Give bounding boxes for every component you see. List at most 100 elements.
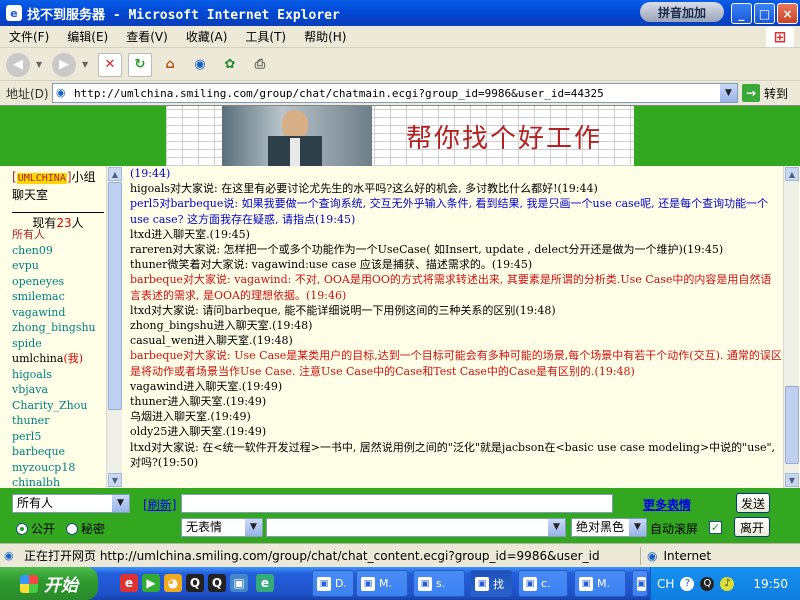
quicklaunch-media-icon[interactable]: ▶ xyxy=(142,574,160,592)
quicklaunch-ie-icon[interactable]: e xyxy=(256,574,274,592)
chat-message: thuner进入聊天室.(19:49) xyxy=(130,395,267,409)
search-globe-icon[interactable]: ◉ xyxy=(188,53,212,77)
menu-tools[interactable]: 工具(T) xyxy=(236,28,295,45)
chat-scrollbar[interactable]: ▲ ▼ xyxy=(783,166,799,488)
back-dropdown-icon[interactable]: ▼ xyxy=(36,60,44,69)
user-list-item[interactable]: perl5 xyxy=(12,429,106,445)
user-list-item[interactable]: smilemac xyxy=(12,289,106,305)
user-list-item[interactable]: higoals xyxy=(12,367,106,383)
message-input[interactable] xyxy=(181,494,613,513)
chat-message: 乌烟进入聊天室.(19:49) xyxy=(130,410,251,424)
more-emotes-link[interactable]: 更多表情 xyxy=(643,496,691,513)
go-button[interactable]: → 转到 xyxy=(742,83,798,103)
user-list-item[interactable]: zhong_bingshu xyxy=(12,320,106,336)
taskbar-button[interactable]: ▣ c. xyxy=(518,570,568,597)
color-select[interactable]: 绝对黑色 ▼ xyxy=(571,518,647,537)
menu-favorites[interactable]: 收藏(A) xyxy=(177,28,237,45)
page-icon: ◉ xyxy=(56,86,66,99)
emote-select[interactable]: 无表情 ▼ xyxy=(181,518,263,537)
start-button[interactable]: 开始 xyxy=(0,567,98,600)
ime-badge[interactable]: 拼音加加 xyxy=(640,2,724,22)
scroll-down-icon[interactable]: ▼ xyxy=(785,473,799,487)
taskbar-button[interactable]: ▣ D. xyxy=(312,570,354,597)
send-button[interactable]: 发送 xyxy=(736,493,770,513)
user-list-item[interactable]: openeyes xyxy=(12,274,106,290)
quicklaunch-browser-icon[interactable]: e xyxy=(120,574,138,592)
user-list-scrollbar[interactable]: ▲ ▼ xyxy=(106,166,122,488)
public-radio-icon[interactable] xyxy=(16,522,28,535)
user-list-item[interactable]: chen09 xyxy=(12,243,106,259)
user-list-item[interactable]: myzoucp18 xyxy=(12,460,106,476)
ime-indicator[interactable]: CH xyxy=(657,577,674,591)
user-list-item[interactable]: 所有人 xyxy=(12,227,106,243)
chat-message: ltxd对大家说: 在<统一软件开发过程>一书中, 居然说用例之间的"泛化"就是… xyxy=(130,440,779,469)
help-icon[interactable]: ? xyxy=(680,576,695,591)
address-field[interactable]: ◉ http://umlchina.smiling.com/group/chat… xyxy=(52,83,738,103)
forward-icon[interactable]: ▶ xyxy=(52,52,76,77)
taskbar-button[interactable]: ▣ s. xyxy=(413,570,465,597)
banner-slogan: 帮你找个好工作 xyxy=(406,124,603,154)
taskbar-button[interactable]: ▣G. xyxy=(632,570,648,597)
autoscroll-checkbox[interactable]: ✓ xyxy=(709,521,722,534)
quicklaunch-desktop-icon[interactable]: ▣ xyxy=(230,574,248,592)
room-name-line2: 聊天室 xyxy=(12,188,49,202)
user-list-item[interactable]: umlchina(我) xyxy=(12,351,106,367)
address-dropdown-icon[interactable]: ▼ xyxy=(720,84,737,102)
maximize-button[interactable]: □ xyxy=(754,3,775,24)
back-icon[interactable]: ◀ xyxy=(6,52,30,77)
user-list-item[interactable]: Charity_Zhou xyxy=(12,398,106,414)
quicklaunch-chat-icon[interactable]: ◕ xyxy=(164,574,182,592)
scroll-up-icon[interactable]: ▲ xyxy=(785,167,799,181)
scroll-up-icon[interactable]: ▲ xyxy=(108,167,122,181)
menu-edit[interactable]: 编辑(E) xyxy=(58,28,117,45)
go-label: 转到 xyxy=(764,86,789,101)
radio-public[interactable]: 公开 xyxy=(16,520,55,537)
qq-tray-icon[interactable]: Q xyxy=(700,576,715,591)
close-button[interactable]: × xyxy=(777,3,798,24)
title-bar[interactable]: e 找不到服务器 - Microsoft Internet Explorer 拼… xyxy=(0,0,800,26)
user-list-item[interactable]: spide xyxy=(12,336,106,352)
user-list-item[interactable]: vagawind xyxy=(12,305,106,321)
taskbar-button[interactable]: ▣ M. xyxy=(574,570,626,597)
minimize-button[interactable]: _ xyxy=(731,3,752,24)
scroll-thumb[interactable] xyxy=(108,182,122,410)
user-list-item[interactable]: barbeque xyxy=(12,444,106,460)
menu-file[interactable]: 文件(F) xyxy=(0,28,58,45)
user-list-item[interactable]: evpu xyxy=(12,258,106,274)
system-tray: CH ? Q ♪ 19:50 xyxy=(650,567,800,600)
radio-private[interactable]: 秘密 xyxy=(66,520,105,537)
task-window-icon: ▣ xyxy=(361,576,375,591)
page-content: 帮你找个好工作 [UMLCHINA]小组 聊天室 现有23人 所有人 chen09… xyxy=(0,105,800,543)
loading-page-icon: ◉ xyxy=(4,548,14,562)
room-site-tag[interactable]: [UMLCHINA] xyxy=(12,170,72,184)
address-url[interactable]: http://umlchina.smiling.com/group/chat/c… xyxy=(74,87,604,100)
quicklaunch-qq2-icon[interactable]: Q xyxy=(208,574,226,592)
home-icon[interactable]: ⌂ xyxy=(158,53,182,77)
taskbar-button[interactable]: ▣ M. xyxy=(356,570,408,597)
leave-button[interactable]: 离开 xyxy=(734,517,770,537)
user-list-item[interactable]: vbjava xyxy=(12,382,106,398)
taskbar-button[interactable]: ▣ 找 xyxy=(470,570,512,597)
quicklaunch-qq-icon[interactable]: Q xyxy=(186,574,204,592)
menu-help[interactable]: 帮助(H) xyxy=(295,28,355,45)
task-window-icon: ▣ xyxy=(418,576,432,591)
private-radio-icon[interactable] xyxy=(66,522,78,535)
maximize-icon: □ xyxy=(758,6,771,21)
user-list-item[interactable]: thuner xyxy=(12,413,106,429)
scroll-down-icon[interactable]: ▼ xyxy=(108,473,122,487)
menu-view[interactable]: 查看(V) xyxy=(117,28,177,45)
favorites-icon[interactable]: ✿ xyxy=(218,53,242,77)
chat-message: vagawind进入聊天室.(19:49) xyxy=(130,379,283,393)
scroll-thumb[interactable] xyxy=(785,386,799,464)
print-icon[interactable]: ⎙ xyxy=(248,53,272,77)
stop-icon[interactable]: ✕ xyxy=(98,52,122,77)
refresh-link[interactable]: [刷新] xyxy=(143,496,176,513)
taskbar: 开始 e ▶ ◕ Q Q ▣ e ▣D.▣M.▣s.▣找▣c.▣M.▣G. CH… xyxy=(0,567,800,600)
refresh-icon[interactable]: ↻ xyxy=(128,52,152,77)
forward-dropdown-icon[interactable]: ▼ xyxy=(82,60,90,69)
volume-icon[interactable]: ♪ xyxy=(720,576,735,591)
recipient-select[interactable]: 所有人 ▼ xyxy=(12,494,130,513)
chat-message: ltxd进入聊天室.(19:45) xyxy=(130,227,250,241)
action-select[interactable]: ▼ xyxy=(266,518,566,537)
ad-banner[interactable]: 帮你找个好工作 xyxy=(166,106,634,166)
